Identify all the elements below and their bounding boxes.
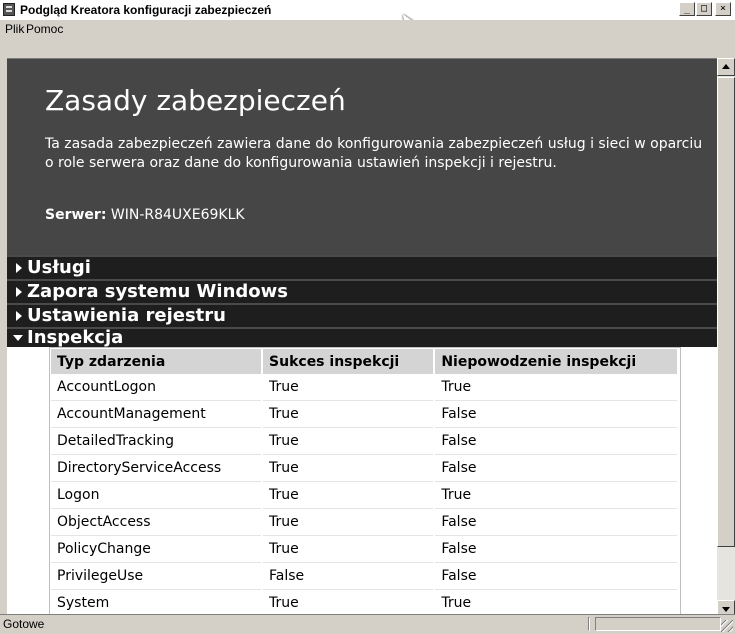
failure-cell: False <box>434 454 679 482</box>
minimize-button[interactable]: _ <box>679 2 695 16</box>
page-title: Zasady zabezpieczeń <box>45 84 346 117</box>
failure-cell: False <box>434 427 679 455</box>
expand-arrow-icon <box>16 287 22 297</box>
app-icon <box>3 3 15 16</box>
failure-cell: False <box>434 400 679 428</box>
event-type-cell: PolicyChange <box>51 535 264 563</box>
success-cell: True <box>262 374 436 401</box>
audit-table: Typ zdarzenia Sukces inspekcji Niepowodz… <box>51 349 679 617</box>
menu-bar: Plik Pomoc <box>0 20 735 39</box>
section-label: Ustawienia rejestru <box>27 305 226 326</box>
section-rejestr[interactable]: Ustawienia rejestru <box>7 305 717 327</box>
success-cell: True <box>262 589 436 617</box>
success-cell: False <box>262 562 436 590</box>
failure-cell: True <box>434 589 679 617</box>
section-label: Inspekcja <box>27 327 124 348</box>
server-info: Serwer: WIN-R84UXE69KLK <box>45 207 245 223</box>
success-cell: True <box>262 535 436 563</box>
event-type-cell: Logon <box>51 481 264 509</box>
event-type-cell: DirectoryServiceAccess <box>51 454 264 482</box>
success-cell: True <box>262 427 436 455</box>
resize-grip-icon[interactable] <box>721 620 733 632</box>
table-row: Logon True True <box>51 481 679 509</box>
event-type-cell: ObjectAccess <box>51 508 264 536</box>
status-pane <box>595 617 721 631</box>
expand-arrow-icon <box>16 311 22 321</box>
collapse-arrow-icon <box>13 335 23 341</box>
table-header-row: Typ zdarzenia Sukces inspekcji Niepowodz… <box>51 349 679 374</box>
section-label: Zapora systemu Windows <box>27 281 288 302</box>
table-row: PrivilegeUse False False <box>51 562 679 590</box>
app-window: Podgląd Kreatora konfiguracji zabezpiecz… <box>0 0 735 634</box>
scroll-thumb[interactable] <box>717 77 735 547</box>
failure-cell: True <box>434 481 679 509</box>
report-header: Zasady zabezpieczeń Ta zasada zabezpiecz… <box>7 59 717 255</box>
window-title: Podgląd Kreatora konfiguracji zabezpiecz… <box>20 3 272 17</box>
failure-cell: False <box>434 562 679 590</box>
section-label: Usługi <box>27 257 91 278</box>
table-row: DetailedTracking True False <box>51 427 679 455</box>
section-inspekcja[interactable]: Inspekcja <box>7 329 717 347</box>
title-bar[interactable]: Podgląd Kreatora konfiguracji zabezpiecz… <box>0 0 735 21</box>
event-type-cell: PrivilegeUse <box>51 562 264 590</box>
failure-cell: False <box>434 508 679 536</box>
table-row: DirectoryServiceAccess True False <box>51 454 679 482</box>
section-uslugi[interactable]: Usługi <box>7 257 717 279</box>
success-cell: True <box>262 400 436 428</box>
success-cell: True <box>262 454 436 482</box>
page-description: Ta zasada zabezpieczeń zawiera dane do k… <box>45 136 703 171</box>
server-name: WIN-R84UXE69KLK <box>110 207 245 223</box>
menu-pomoc[interactable]: Pomoc <box>23 21 66 37</box>
table-row: AccountLogon True True <box>51 374 679 401</box>
column-header: Niepowodzenie inspekcji <box>434 349 679 374</box>
report-viewport[interactable]: Zasady zabezpieczeń Ta zasada zabezpiecz… <box>7 58 717 619</box>
column-header: Sukces inspekcji <box>262 349 436 374</box>
table-row: PolicyChange True False <box>51 535 679 563</box>
event-type-cell: AccountLogon <box>51 374 264 401</box>
success-cell: True <box>262 508 436 536</box>
section-zapora[interactable]: Zapora systemu Windows <box>7 281 717 303</box>
arrow-up-icon <box>722 64 730 69</box>
arrow-down-icon <box>722 607 730 612</box>
status-pane-divider <box>588 617 590 631</box>
event-type-cell: AccountManagement <box>51 400 264 428</box>
column-header: Typ zdarzenia <box>51 349 264 374</box>
table-row: AccountManagement True False <box>51 400 679 428</box>
success-cell: True <box>262 481 436 509</box>
event-type-cell: System <box>51 589 264 617</box>
scroll-up-button[interactable] <box>717 58 735 76</box>
close-button[interactable]: × <box>715 2 731 16</box>
table-row: System True True <box>51 589 679 617</box>
failure-cell: True <box>434 374 679 401</box>
expand-arrow-icon <box>16 263 22 273</box>
status-text: Gotowe <box>3 617 45 631</box>
vertical-scrollbar[interactable] <box>717 58 735 618</box>
failure-cell: False <box>434 535 679 563</box>
event-type-cell: DetailedTracking <box>51 427 264 455</box>
status-bar: Gotowe <box>0 614 735 634</box>
server-label: Serwer: <box>45 207 107 223</box>
table-row: ObjectAccess True False <box>51 508 679 536</box>
maximize-button[interactable]: □ <box>696 2 712 16</box>
